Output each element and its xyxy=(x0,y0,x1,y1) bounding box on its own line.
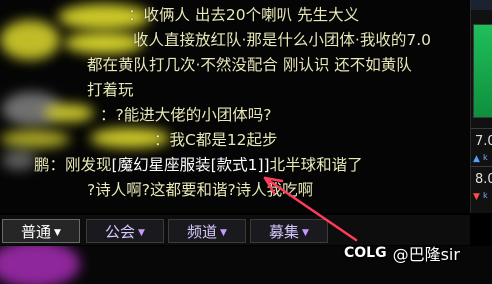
tab-label: 公会 xyxy=(105,223,136,241)
chat-log: ：收俩人 出去20个喇叭 先生大义 收人直接放红队·那是什么小团体·我收的7.0… xyxy=(0,0,470,213)
blurred-name xyxy=(0,246,80,284)
side-value-unit: k xyxy=(483,191,488,200)
blurred-name xyxy=(64,32,144,54)
side-panel-header xyxy=(471,0,492,10)
side-value: 7.0 xyxy=(475,134,492,149)
divider xyxy=(471,128,492,129)
tab-recruit[interactable]: 募集 ▼ xyxy=(250,219,328,243)
blurred-name xyxy=(2,150,36,170)
blurred-name xyxy=(0,20,60,60)
tab-normal[interactable]: 普通 ▼ xyxy=(2,219,80,243)
side-value: 8.0 xyxy=(475,172,492,187)
chat-message: ?诗人啊?这都要和谐?诗人我吃啊 xyxy=(87,181,314,199)
chat-message[interactable]: 鹏：刚发现[魔幻星座服装[款式1]]北半球和谐了 xyxy=(34,156,363,174)
caret-down-icon: ▼ xyxy=(54,227,61,238)
side-value-unit: k xyxy=(483,153,488,162)
watermark-handle: @巴隆sir xyxy=(392,245,460,264)
blurred-name xyxy=(44,104,94,122)
chat-message: 收人直接放红队·那是什么小团体·我收的7.0 xyxy=(133,31,432,49)
chat-message: ：我C都是12起步 xyxy=(154,131,278,149)
tab-guild[interactable]: 公会 ▼ xyxy=(86,219,164,243)
tab-label: 募集 xyxy=(269,223,300,241)
chat-message-prefix: 鹏：刚发现 xyxy=(34,156,112,174)
chat-message-suffix: 北半球和谐了 xyxy=(269,156,363,174)
caret-down-icon: ▼ xyxy=(138,227,145,238)
chat-message: 都在黄队打几次·不然没配合 刚认识 还不如黄队 xyxy=(87,56,412,74)
item-link[interactable]: [魔幻星座服装[款式1]] xyxy=(112,156,270,174)
blurred-name xyxy=(0,130,70,148)
colg-logo: COLG xyxy=(344,245,387,261)
chat-message: ：收俩人 出去20个喇叭 先生大义 xyxy=(128,6,360,24)
side-panel: 7.0 ▲ k 8.0 ▼ k xyxy=(470,0,492,213)
tab-label: 频道 xyxy=(187,223,218,241)
caret-down-icon: ▼ xyxy=(220,227,227,238)
chat-message: 打着玩 xyxy=(87,81,134,99)
up-arrow-icon: ▲ xyxy=(473,154,480,164)
down-arrow-icon: ▼ xyxy=(473,192,480,202)
green-indicator xyxy=(473,24,492,118)
watermark: COLG @巴隆sir xyxy=(344,238,460,268)
divider xyxy=(471,166,492,167)
chat-message: ：?能进大佬的小团体吗? xyxy=(100,106,272,124)
caret-down-icon: ▼ xyxy=(302,227,309,238)
tab-channel[interactable]: 频道 ▼ xyxy=(168,219,246,243)
tab-label: 普通 xyxy=(21,223,52,241)
